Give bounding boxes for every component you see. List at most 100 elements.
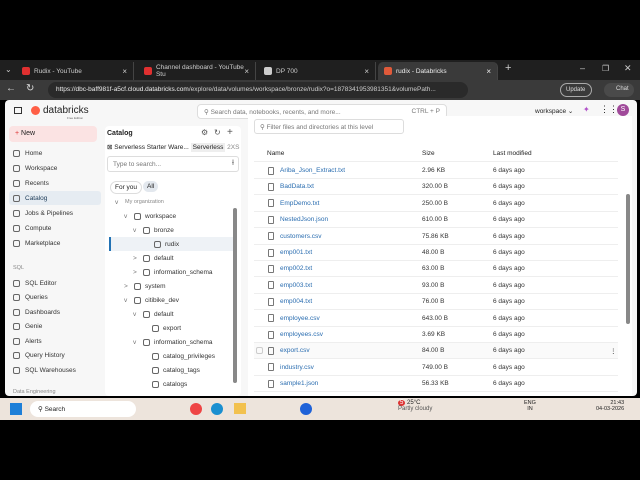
table-row[interactable]: industry.csv 749.00 B 6 days ago [254, 360, 618, 376]
edge-icon[interactable] [211, 403, 223, 415]
catalog-tree-node[interactable]: catalogs [109, 377, 233, 391]
sidebar-item-query-history[interactable]: Query History [9, 349, 101, 363]
browser-tab[interactable]: rudix - Databricks × [378, 62, 498, 80]
file-name-link[interactable]: Ariba_Json_Extract.txt [280, 167, 345, 174]
table-row[interactable]: employees.csv 3.69 KB 6 days ago [254, 327, 618, 343]
chrome-icon[interactable] [190, 403, 202, 415]
language-indicator[interactable]: ENG IN [524, 400, 536, 412]
catalog-search-input[interactable]: Type to search... ⫲ [107, 156, 239, 172]
sidebar-item-sql-editor[interactable]: SQL Editor [9, 276, 101, 290]
catalog-tree-node[interactable]: v citibike_dev [109, 293, 233, 307]
catalog-tree-node[interactable]: > information_schema [109, 265, 233, 279]
table-row[interactable]: NestedJson.json 610.00 B 6 days ago [254, 212, 618, 229]
warehouse-selector[interactable]: ⊠ Serverless Starter Ware... Serverless … [107, 143, 239, 152]
browser-tab[interactable]: Channel dashboard - YouTube Stu × [138, 62, 256, 80]
back-icon[interactable]: ← [6, 83, 16, 94]
catalog-tree-node[interactable]: catalog_tags [109, 363, 233, 377]
refresh-icon[interactable]: ↻ [214, 128, 221, 137]
workspace-switcher[interactable]: workspace ⌄ [535, 107, 573, 115]
logo-text[interactable]: databricks [43, 105, 89, 116]
sidebar-item-catalog[interactable]: Catalog [9, 191, 101, 205]
chevron-right-icon[interactable]: > [124, 283, 130, 290]
table-row[interactable]: emp004.txt 76.00 B 6 days ago [254, 294, 618, 311]
column-size[interactable]: Size [422, 150, 435, 157]
sidebar-item-workspace[interactable]: Workspace [9, 161, 101, 175]
url-input[interactable]: https://dbc-baff981f-a5cf.cloud.databric… [48, 82, 468, 98]
sidebar-item-dashboards[interactable]: Dashboards [9, 305, 101, 319]
new-tab-button[interactable]: + [505, 62, 511, 74]
catalog-tree-node[interactable]: v My organization [109, 195, 233, 209]
sidebar-item-jobs-pipelines[interactable]: Jobs & Pipelines [9, 206, 101, 220]
sidebar-item-recents[interactable]: Recents [9, 176, 101, 190]
catalog-tree-node[interactable]: v bronze [109, 223, 233, 237]
file-name-link[interactable]: employees.csv [280, 331, 323, 338]
file-name-link[interactable]: emp004.txt [280, 298, 312, 305]
catalog-tree-node[interactable]: catalog_privileges [109, 349, 233, 363]
chevron-down-icon[interactable]: v [124, 213, 130, 220]
catalog-tree-node[interactable]: v information_schema [109, 335, 233, 349]
file-name-link[interactable]: sample1.json [280, 380, 318, 387]
filter-icon[interactable]: ⫲ [232, 159, 234, 167]
clock[interactable]: 21:43 04-03-2026 [596, 400, 624, 412]
close-tab-icon[interactable]: × [122, 67, 127, 76]
table-row[interactable]: sample1.json 56.33 KB 6 days ago [254, 376, 618, 393]
close-window-button[interactable]: ✕ [624, 63, 632, 74]
sidebar-item-genie[interactable]: Genie [9, 320, 101, 334]
table-row[interactable]: export.csv 84.00 B 6 days ago ⋮ [254, 343, 618, 360]
table-row[interactable]: employee.csv 643.00 B 6 days ago [254, 311, 618, 327]
chevron-right-icon[interactable]: > [133, 269, 139, 276]
close-tab-icon[interactable]: × [364, 67, 369, 76]
close-tab-icon[interactable]: × [486, 67, 491, 76]
tab-list-button[interactable]: ⌄ [5, 65, 12, 74]
file-explorer-icon[interactable] [234, 403, 246, 414]
table-row[interactable]: Ariba_Json_Extract.txt 2.96 KB 6 days ago [254, 163, 618, 179]
chevron-down-icon[interactable]: v [115, 199, 121, 206]
windows-start-icon[interactable] [10, 403, 22, 415]
file-name-link[interactable]: emp002.txt [280, 265, 312, 272]
catalog-tree-node[interactable]: > system [109, 279, 233, 293]
file-name-link[interactable]: EmpDemo.txt [280, 200, 319, 207]
table-row[interactable]: EmpDemo.txt 250.00 B 6 days ago [254, 196, 618, 212]
chevron-down-icon[interactable]: v [133, 311, 139, 318]
file-name-link[interactable]: customers.csv [280, 233, 322, 240]
new-button[interactable]: + New [9, 126, 97, 142]
row-menu-icon[interactable]: ⋮ [610, 347, 617, 355]
file-filter-input[interactable]: ⚲ Filter files and directories at this l… [254, 119, 404, 134]
zoom-icon[interactable] [300, 403, 312, 415]
chevron-down-icon[interactable]: v [133, 339, 139, 346]
chevron-down-icon[interactable]: v [133, 227, 139, 234]
taskbar-search[interactable]: ⚲ Search [30, 401, 136, 417]
browser-tab[interactable]: DP 700 × [258, 62, 376, 80]
catalog-tree-node[interactable]: export [109, 321, 233, 335]
table-row[interactable]: emp002.txt 63.00 B 6 days ago [254, 261, 618, 278]
sidebar-item-marketplace[interactable]: Marketplace [9, 236, 101, 250]
sidebar-item-sql-warehouses[interactable]: SQL Warehouses [9, 363, 101, 377]
weather-widget[interactable]: 5 25°C Partly cloudy [398, 400, 432, 412]
browser-tab[interactable]: Rudix - YouTube × [16, 62, 134, 80]
sidebar-item-alerts[interactable]: Alerts [9, 334, 101, 348]
add-icon[interactable]: + [227, 127, 233, 138]
copilot-chat-button[interactable]: Chat [604, 83, 634, 97]
catalog-tree-node[interactable]: > default [109, 251, 233, 265]
sidebar-item-queries[interactable]: Queries [9, 291, 101, 305]
column-modified[interactable]: Last modified [493, 150, 532, 157]
table-row[interactable]: BadData.txt 320.00 B 6 days ago [254, 179, 618, 196]
close-tab-icon[interactable]: × [244, 67, 249, 76]
catalog-tree-node[interactable]: v default [109, 307, 233, 321]
tree-scrollbar[interactable] [233, 208, 237, 383]
column-name[interactable]: Name [267, 150, 284, 157]
file-name-link[interactable]: export.csv [280, 347, 310, 354]
apps-grid-icon[interactable]: ⋮⋮ [600, 104, 618, 115]
filter-for-you[interactable]: For you [110, 181, 143, 194]
sidebar-item-home[interactable]: Home [9, 146, 101, 160]
catalog-tree-node[interactable]: rudix [109, 237, 233, 251]
avatar[interactable]: S [617, 104, 629, 116]
settings-icon[interactable]: ⚙ [201, 128, 208, 137]
restore-button[interactable]: ❐ [602, 64, 609, 73]
file-name-link[interactable]: emp003.txt [280, 282, 312, 289]
chevron-down-icon[interactable]: v [124, 297, 130, 304]
sidebar-toggle-icon[interactable] [14, 107, 22, 114]
table-row[interactable]: emp003.txt 93.00 B 6 days ago [254, 278, 618, 294]
row-checkbox[interactable] [256, 347, 263, 355]
sidebar-item-compute[interactable]: Compute [9, 221, 101, 235]
